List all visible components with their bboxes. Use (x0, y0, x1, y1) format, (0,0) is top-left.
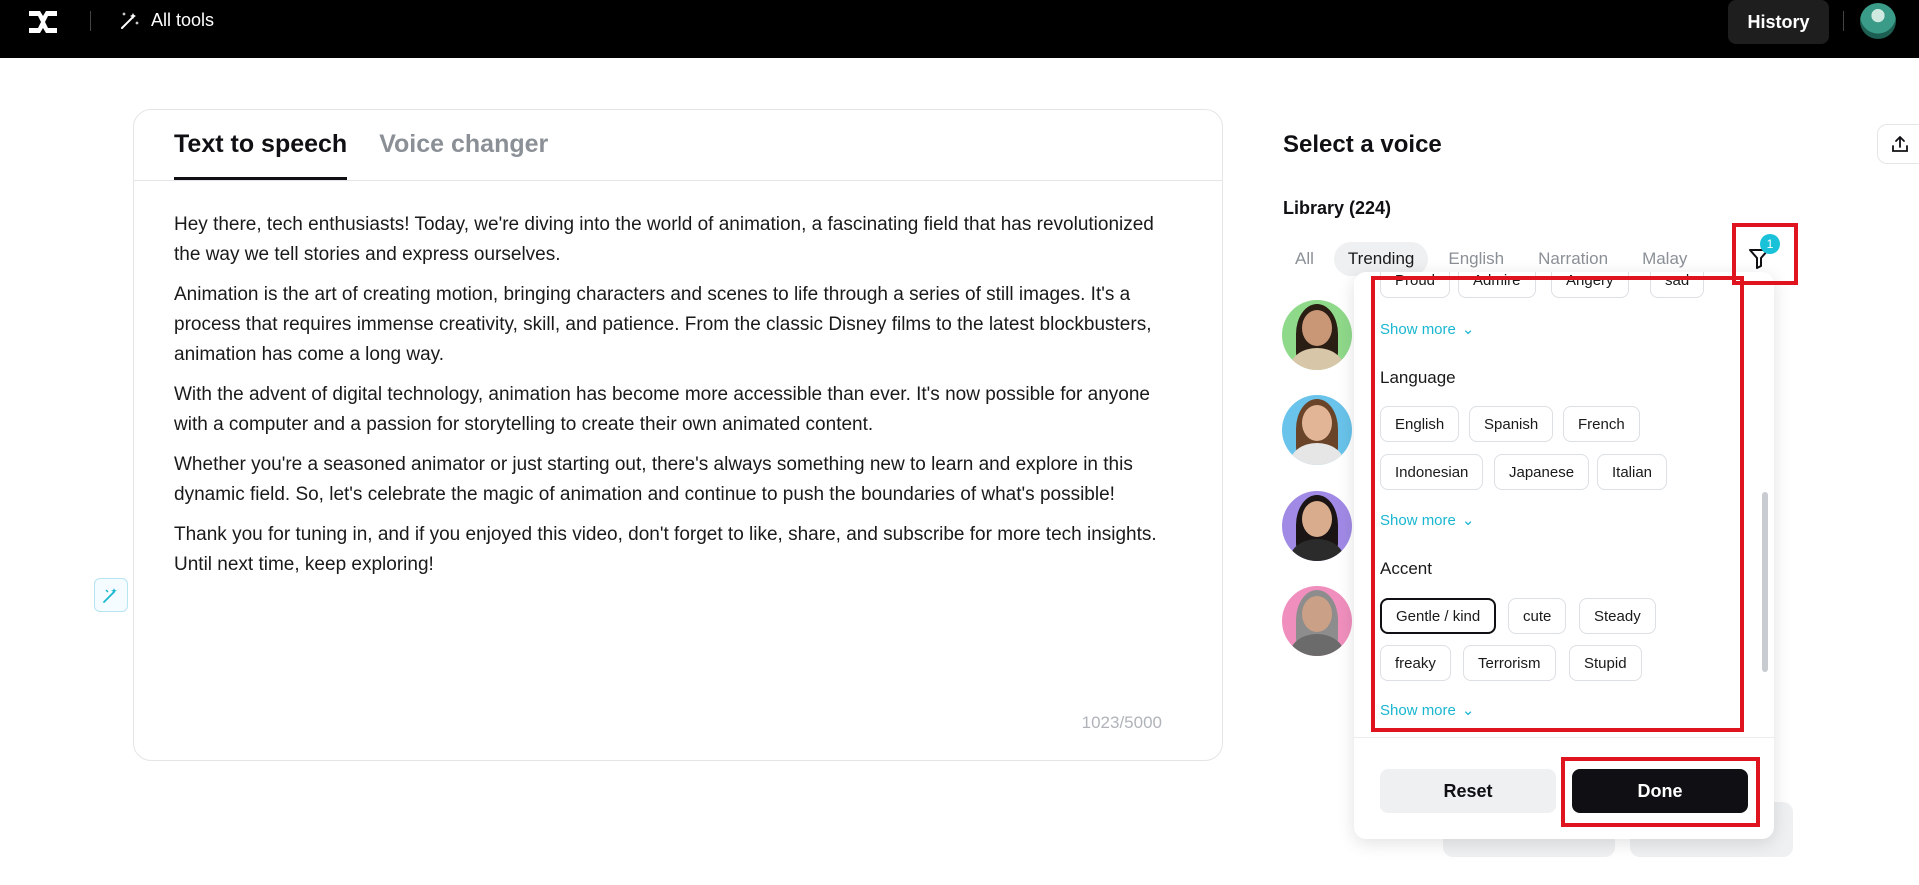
language-tag-english[interactable]: English (1380, 406, 1460, 442)
accent-tag-freaky[interactable]: freaky (1380, 645, 1451, 681)
tab-voice-changer[interactable]: Voice changer (379, 110, 548, 180)
show-more-emotion[interactable]: Show more ⌄ (1380, 320, 1475, 339)
show-more-label: Show more (1380, 511, 1456, 529)
show-more-label: Show more (1380, 320, 1456, 338)
voice-avatar[interactable] (1282, 491, 1352, 561)
script-paragraph: Animation is the art of creating motion,… (174, 284, 1152, 365)
chevron-down-icon: ⌄ (1461, 512, 1475, 529)
language-tag-italian[interactable]: Italian (1597, 454, 1668, 490)
filter-count-badge: 1 (1760, 234, 1780, 254)
history-button[interactable]: History (1728, 0, 1829, 44)
tab-text-to-speech[interactable]: Text to speech (174, 110, 348, 180)
magic-wand-icon (103, 588, 117, 603)
emotion-tag-angery[interactable]: Angery (1551, 272, 1629, 298)
accent-tag-steady[interactable]: Steady (1579, 598, 1656, 634)
voice-avatar[interactable] (1282, 395, 1352, 465)
capcut-logo[interactable] (26, 8, 60, 36)
emotion-tag-sad[interactable]: sad (1650, 272, 1705, 298)
popup-divider (1354, 737, 1774, 738)
upload-button[interactable] (1877, 124, 1919, 164)
voice-avatar[interactable] (1282, 300, 1352, 370)
script-paragraph: Hey there, tech enthusiasts! Today, we'r… (174, 214, 1154, 265)
editor-card: Text to speech Voice changer Hey there, … (133, 109, 1223, 761)
accent-section-title: Accent (1380, 559, 1432, 578)
chevron-down-icon: ⌄ (1461, 702, 1475, 719)
filter-scroll-area[interactable]: Proud Admire Angery sad Show more ⌄ Lang… (1354, 272, 1774, 728)
library-label: Library (224) (1283, 198, 1392, 218)
show-more-accent[interactable]: Show more ⌄ (1380, 701, 1475, 720)
voice-avatar[interactable] (1282, 586, 1352, 656)
chevron-down-icon: ⌄ (1461, 321, 1475, 338)
script-paragraph: With the advent of digital technology, a… (174, 384, 1150, 435)
upload-icon (1891, 136, 1908, 152)
done-button[interactable]: Done (1572, 769, 1748, 813)
editor-tabs: Text to speech Voice changer (174, 110, 548, 180)
category-chip-malay[interactable]: Malay (1628, 242, 1701, 276)
emotion-tag-admire[interactable]: Admire (1458, 272, 1536, 298)
language-tag-indonesian[interactable]: Indonesian (1380, 454, 1484, 490)
script-paragraph: Thank you for tuning in, and if you enjo… (174, 524, 1157, 575)
filter-popup: Proud Admire Angery sad Show more ⌄ Lang… (1354, 272, 1774, 839)
topbar-divider (90, 11, 91, 31)
category-chip-narration[interactable]: Narration (1524, 242, 1622, 276)
accent-tag-gentle-kind[interactable]: Gentle / kind (1380, 598, 1497, 634)
accent-tag-cute[interactable]: cute (1508, 598, 1567, 634)
top-bar: All tools History (0, 0, 1919, 58)
show-more-label: Show more (1380, 701, 1456, 719)
popup-scrollbar[interactable] (1762, 492, 1768, 672)
reset-button[interactable]: Reset (1380, 769, 1556, 813)
script-textarea[interactable]: Hey there, tech enthusiasts! Today, we'r… (174, 210, 1184, 590)
language-tag-spanish[interactable]: Spanish (1469, 406, 1554, 442)
tabs-divider (134, 180, 1222, 181)
all-tools-button[interactable]: All tools (119, 9, 214, 31)
emotion-tag-proud[interactable]: Proud (1380, 272, 1451, 298)
category-chip-english[interactable]: English (1434, 242, 1518, 276)
show-more-language[interactable]: Show more ⌄ (1380, 511, 1475, 530)
magic-wand-icon (121, 12, 139, 29)
ai-write-button[interactable] (94, 578, 128, 612)
accent-tag-stupid[interactable]: Stupid (1569, 645, 1642, 681)
language-tag-french[interactable]: French (1563, 406, 1640, 442)
category-chip-all[interactable]: All (1283, 242, 1328, 276)
script-paragraph: Whether you're a seasoned animator or ju… (174, 454, 1133, 505)
topbar-divider-right (1843, 11, 1844, 31)
character-counter: 1023/5000 (1081, 713, 1162, 732)
language-section-title: Language (1380, 368, 1456, 387)
language-tag-japanese[interactable]: Japanese (1494, 454, 1590, 490)
category-chip-trending[interactable]: Trending (1333, 242, 1429, 276)
user-avatar[interactable] (1860, 3, 1896, 39)
all-tools-label: All tools (151, 9, 215, 30)
select-voice-title: Select a voice (1283, 131, 1442, 158)
accent-tag-terrorism[interactable]: Terrorism (1463, 645, 1556, 681)
